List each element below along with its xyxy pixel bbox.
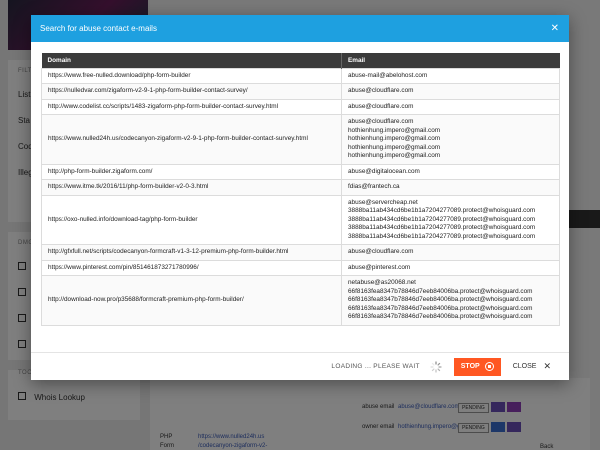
domain-url[interactable]: http://php-form-builder.zigaform.com/ bbox=[48, 168, 152, 175]
email-cell: abuse@cloudflare.com bbox=[341, 83, 560, 100]
stop-button-label: STOP bbox=[460, 363, 480, 370]
email-cell: abuse-mail@abelohost.com bbox=[341, 67, 560, 84]
email-address: fdias@frantech.ca bbox=[348, 183, 400, 190]
email-address: 66f8163fea8347b78846d7eeb84006ba.protect… bbox=[348, 313, 533, 320]
email-cell: abuse@cloudflare.com bbox=[341, 244, 560, 261]
domain-url[interactable]: http://download-now.pro/p35688/formcraft… bbox=[48, 296, 244, 303]
email-address: abuse-mail@abelohost.com bbox=[348, 71, 428, 79]
domain-url[interactable]: https://www.itme.tk/2016/11/php-form-bui… bbox=[48, 183, 208, 190]
email-cell: abuse@pinterest.com bbox=[341, 259, 560, 276]
column-header-domain: Domain bbox=[41, 53, 342, 68]
close-icon[interactable]: ✕ bbox=[551, 23, 559, 34]
domain-cell: https://www.nulled24h.us/codecanyon-ziga… bbox=[41, 114, 342, 165]
loading-spinner-icon bbox=[430, 360, 442, 373]
email-cell: abuse@cloudflare.com hothienhung.impero@g… bbox=[341, 114, 560, 165]
stop-button[interactable]: STOP bbox=[453, 357, 501, 376]
email-address: netabuse@as20068.net bbox=[348, 279, 416, 286]
domain-url[interactable]: http://www.codelist.cc/scripts/1483-ziga… bbox=[48, 103, 278, 110]
modal-footer: LOADING ... PLEASE WAIT STOP CLOSE ✕ bbox=[31, 352, 569, 380]
table-body: https://www.free-nulled.download/php-for… bbox=[41, 67, 560, 326]
email-cell: abuse@servercheap.net 3888ba11ab434cd6be1… bbox=[341, 194, 560, 245]
domain-url[interactable]: http://gfxfull.net/scripts/codecanyon-fo… bbox=[48, 248, 288, 255]
email-address: abuse@pinterest.com bbox=[348, 263, 411, 271]
domain-cell: https://nulledvar.com/zigaform-v2-9-1-ph… bbox=[41, 83, 342, 100]
table-row: https://nulledvar.com/zigaform-v2-9-1-ph… bbox=[41, 83, 560, 100]
domain-cell: https://oxo-nulled.info/download-tag/php… bbox=[41, 194, 342, 245]
domain-cell: https://www.pinterest.com/pin/8514618732… bbox=[41, 259, 342, 276]
abuse-contacts-table: Domain Email https://www.free-nulled.dow… bbox=[41, 53, 560, 326]
modal-header: Search for abuse contact e-mails ✕ bbox=[31, 15, 569, 42]
email-address: 3888ba11ab434cd6be1b1a7204277089.protect… bbox=[348, 215, 536, 223]
email-address: abuse@servercheap.net bbox=[348, 198, 418, 206]
domain-cell: http://www.codelist.cc/scripts/1483-ziga… bbox=[41, 98, 342, 115]
email-cell: netabuse@as20068.net 66f8163fea8347b78846… bbox=[341, 275, 560, 326]
email-cell: fdias@frantech.ca bbox=[341, 179, 560, 196]
domain-url[interactable]: https://nulledvar.com/zigaform-v2-9-1-ph… bbox=[48, 87, 248, 94]
table-row: http://php-form-builder.zigaform.com/abu… bbox=[41, 163, 560, 180]
column-header-email: Email bbox=[341, 53, 560, 68]
domain-url[interactable]: https://oxo-nulled.info/download-tag/php… bbox=[48, 216, 198, 223]
domain-cell: http://gfxfull.net/scripts/codecanyon-fo… bbox=[41, 244, 342, 261]
domain-cell: http://download-now.pro/p35688/formcraft… bbox=[41, 275, 342, 326]
table-row: https://www.nulled24h.us/codecanyon-ziga… bbox=[41, 114, 560, 165]
email-address: abuse@cloudflare.com bbox=[348, 102, 414, 110]
email-address: abuse@cloudflare.com bbox=[348, 118, 414, 125]
email-address: 3888ba11ab434cd6be1b1a7204277089.protect… bbox=[348, 207, 536, 214]
loading-text: LOADING ... PLEASE WAIT bbox=[331, 363, 420, 370]
domain-cell: https://www.itme.tk/2016/11/php-form-bui… bbox=[41, 179, 342, 196]
email-address: 3888ba11ab434cd6be1b1a7204277089.protect… bbox=[348, 224, 536, 231]
email-address: hothienhung.impero@gmail.com bbox=[348, 126, 441, 134]
stop-circle-icon bbox=[484, 362, 494, 371]
table-row: http://www.codelist.cc/scripts/1483-ziga… bbox=[41, 98, 560, 115]
abuse-contact-modal: Search for abuse contact e-mails ✕ Domai… bbox=[31, 15, 569, 380]
table-row: https://www.free-nulled.download/php-for… bbox=[41, 67, 560, 84]
email-address: abuse@cloudflare.com bbox=[348, 87, 414, 94]
table-row: http://download-now.pro/p35688/formcraft… bbox=[41, 275, 560, 326]
domain-url[interactable]: https://www.free-nulled.download/php-for… bbox=[48, 72, 190, 79]
email-address: hothienhung.impero@gmail.com bbox=[348, 135, 441, 142]
email-address: hothienhung.impero@gmail.com bbox=[348, 143, 441, 151]
email-address: 66f8163fea8347b78846d7eeb84006ba.protect… bbox=[348, 287, 533, 295]
email-address: 66f8163fea8347b78846d7eeb84006ba.protect… bbox=[348, 304, 533, 312]
domain-url[interactable]: https://www.pinterest.com/pin/8514618732… bbox=[48, 264, 199, 271]
email-address: 3888ba11ab434cd6be1b1a7204277089.protect… bbox=[348, 232, 536, 240]
email-address: hothienhung.impero@gmail.com bbox=[348, 152, 441, 159]
email-cell: abuse@digitalocean.com bbox=[341, 163, 560, 180]
table-row: http://gfxfull.net/scripts/codecanyon-fo… bbox=[41, 244, 560, 261]
domain-cell: https://www.free-nulled.download/php-for… bbox=[41, 67, 342, 84]
email-cell: abuse@cloudflare.com bbox=[341, 98, 560, 115]
table-row: https://www.itme.tk/2016/11/php-form-bui… bbox=[41, 179, 560, 196]
email-address: 66f8163fea8347b78846d7eeb84006ba.protect… bbox=[348, 296, 533, 303]
modal-body: Domain Email https://www.free-nulled.dow… bbox=[31, 42, 569, 352]
table-row: https://www.pinterest.com/pin/8514618732… bbox=[41, 259, 560, 276]
modal-title: Search for abuse contact e-mails bbox=[40, 24, 157, 33]
close-button-label: CLOSE bbox=[512, 363, 537, 370]
close-icon: ✕ bbox=[543, 361, 551, 371]
table-row: https://oxo-nulled.info/download-tag/php… bbox=[41, 194, 560, 245]
domain-cell: http://php-form-builder.zigaform.com/ bbox=[41, 163, 342, 180]
table-header-row: Domain Email bbox=[41, 53, 560, 68]
email-address: abuse@cloudflare.com bbox=[348, 248, 414, 255]
email-address: abuse@digitalocean.com bbox=[348, 167, 420, 175]
domain-url[interactable]: https://www.nulled24h.us/codecanyon-ziga… bbox=[48, 135, 308, 142]
close-button[interactable]: CLOSE ✕ bbox=[513, 361, 551, 372]
